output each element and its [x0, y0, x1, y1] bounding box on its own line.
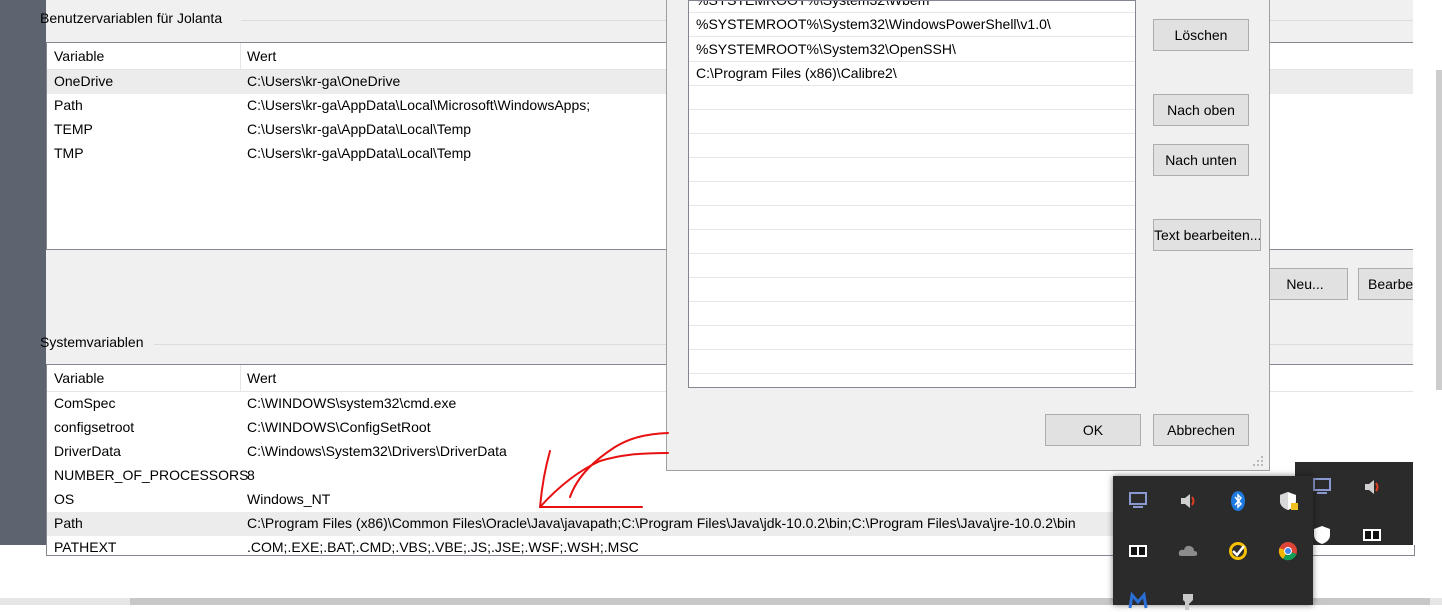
variable-value: Windows_NT	[247, 491, 331, 507]
variable-name: OneDrive	[54, 73, 114, 89]
security-shield-icon[interactable]	[1311, 524, 1333, 546]
dolby-icon[interactable]	[1361, 524, 1383, 546]
list-item[interactable]: %SYSTEMROOT%\System32\Wbem	[689, 0, 1135, 13]
variable-name: DriverData	[54, 443, 121, 459]
variable-name: NUMBER_OF_PROCESSORS	[54, 467, 249, 483]
column-header-value[interactable]: Wert	[247, 370, 276, 386]
list-item-empty[interactable]	[689, 134, 1135, 158]
list-item-empty[interactable]	[689, 86, 1135, 110]
list-item-empty[interactable]	[689, 158, 1135, 182]
list-item-empty[interactable]	[689, 182, 1135, 206]
list-item-empty[interactable]	[689, 206, 1135, 230]
variable-name: OS	[54, 491, 75, 507]
new-user-variable-button[interactable]: Neu...	[1262, 268, 1348, 300]
speaker-icon[interactable]	[1361, 476, 1383, 498]
list-item-empty[interactable]	[689, 254, 1135, 278]
variable-name: ComSpec	[54, 395, 116, 411]
onedrive-cloud-icon[interactable]	[1177, 540, 1199, 562]
variable-value: C:\Users\kr-ga\AppData\Local\Temp	[247, 121, 472, 137]
move-down-button[interactable]: Nach unten	[1153, 144, 1249, 176]
delete-button[interactable]: Löschen	[1153, 19, 1249, 51]
list-item-empty[interactable]	[689, 350, 1135, 374]
path-entry-text: %SYSTEMROOT%\System32\Wbem	[696, 0, 930, 8]
vertical-scrollbar-thumb[interactable]	[1436, 70, 1442, 390]
list-item[interactable]: %SYSTEMROOT%\System32\OpenSSH\	[689, 38, 1135, 62]
path-entry-text: C:\Program Files (x86)\Calibre2\	[696, 65, 897, 81]
ok-button[interactable]: OK	[1045, 414, 1141, 446]
column-separator[interactable]	[240, 43, 241, 69]
list-item[interactable]: %SYSTEMROOT%\System32\WindowsPowerShell\…	[689, 13, 1135, 37]
speaker-icon[interactable]	[1177, 490, 1199, 512]
edit-text-button[interactable]: Text bearbeiten...	[1153, 219, 1261, 251]
variable-name: Path	[54, 97, 83, 113]
list-item-empty[interactable]	[689, 302, 1135, 326]
path-entries-list[interactable]: %SYSTEMROOT%\System32\Wbem %SYSTEMROOT%\…	[688, 0, 1136, 388]
system-variables-group-label: Systemvariablen	[40, 334, 144, 350]
variable-name: PATHEXT	[54, 539, 117, 555]
variable-name: TMP	[54, 145, 84, 161]
red-annotation-arrow	[539, 432, 669, 508]
variable-value: 8	[247, 467, 255, 483]
variable-value: C:\Program Files (x86)\Common Files\Orac…	[247, 515, 1076, 531]
cancel-button[interactable]: Abbrechen	[1153, 414, 1249, 446]
user-variables-group-label: Benutzervariablen für Jolanta	[40, 10, 223, 26]
monitor-icon[interactable]	[1127, 490, 1149, 512]
list-item-empty[interactable]	[689, 278, 1135, 302]
monitor-icon[interactable]	[1311, 476, 1333, 498]
column-header-variable[interactable]: Variable	[54, 370, 104, 386]
variable-value: C:\Windows\System32\Drivers\DriverData	[247, 443, 507, 459]
tray-overflow-panel	[1113, 476, 1313, 610]
path-entry-text: %SYSTEMROOT%\System32\WindowsPowerShell\…	[696, 16, 1051, 32]
norton-check-icon[interactable]	[1227, 540, 1249, 562]
chrome-icon[interactable]	[1277, 540, 1299, 562]
path-entry-text: %SYSTEMROOT%\System32\OpenSSH\	[696, 41, 956, 57]
bluetooth-icon[interactable]	[1227, 490, 1249, 512]
variable-name: TEMP	[54, 121, 93, 137]
variable-value: C:\Users\kr-ga\AppData\Local\Microsoft\W…	[247, 97, 591, 113]
desktop-background-strip	[0, 0, 46, 545]
column-separator[interactable]	[240, 365, 241, 391]
column-header-value[interactable]: Wert	[247, 48, 276, 64]
list-item[interactable]: C:\Program Files (x86)\Calibre2\	[689, 62, 1135, 86]
maxthon-icon[interactable]	[1127, 590, 1149, 612]
variable-value: C:\Users\kr-ga\OneDrive	[247, 73, 401, 89]
variable-name: configsetroot	[54, 419, 135, 435]
list-item-empty[interactable]	[689, 230, 1135, 254]
security-shield-icon[interactable]	[1277, 490, 1299, 512]
variable-value: C:\WINDOWS\system32\cmd.exe	[247, 395, 457, 411]
variable-name: Path	[54, 515, 83, 531]
edit-path-dialog: %SYSTEMROOT%\System32\Wbem %SYSTEMROOT%\…	[666, 0, 1270, 471]
variable-value: .COM;.EXE;.BAT;.CMD;.VBS;.VBE;.JS;.JSE;.…	[247, 539, 639, 555]
variable-value: C:\WINDOWS\ConfigSetRoot	[247, 419, 431, 435]
column-header-variable[interactable]: Variable	[54, 48, 104, 64]
variable-value: C:\Users\kr-ga\AppData\Local\Temp	[247, 145, 472, 161]
move-up-button[interactable]: Nach oben	[1153, 94, 1249, 126]
list-item-empty[interactable]	[689, 326, 1135, 350]
list-item-empty[interactable]	[689, 110, 1135, 134]
dolby-icon[interactable]	[1127, 540, 1149, 562]
usb-drive-icon[interactable]	[1177, 590, 1199, 612]
